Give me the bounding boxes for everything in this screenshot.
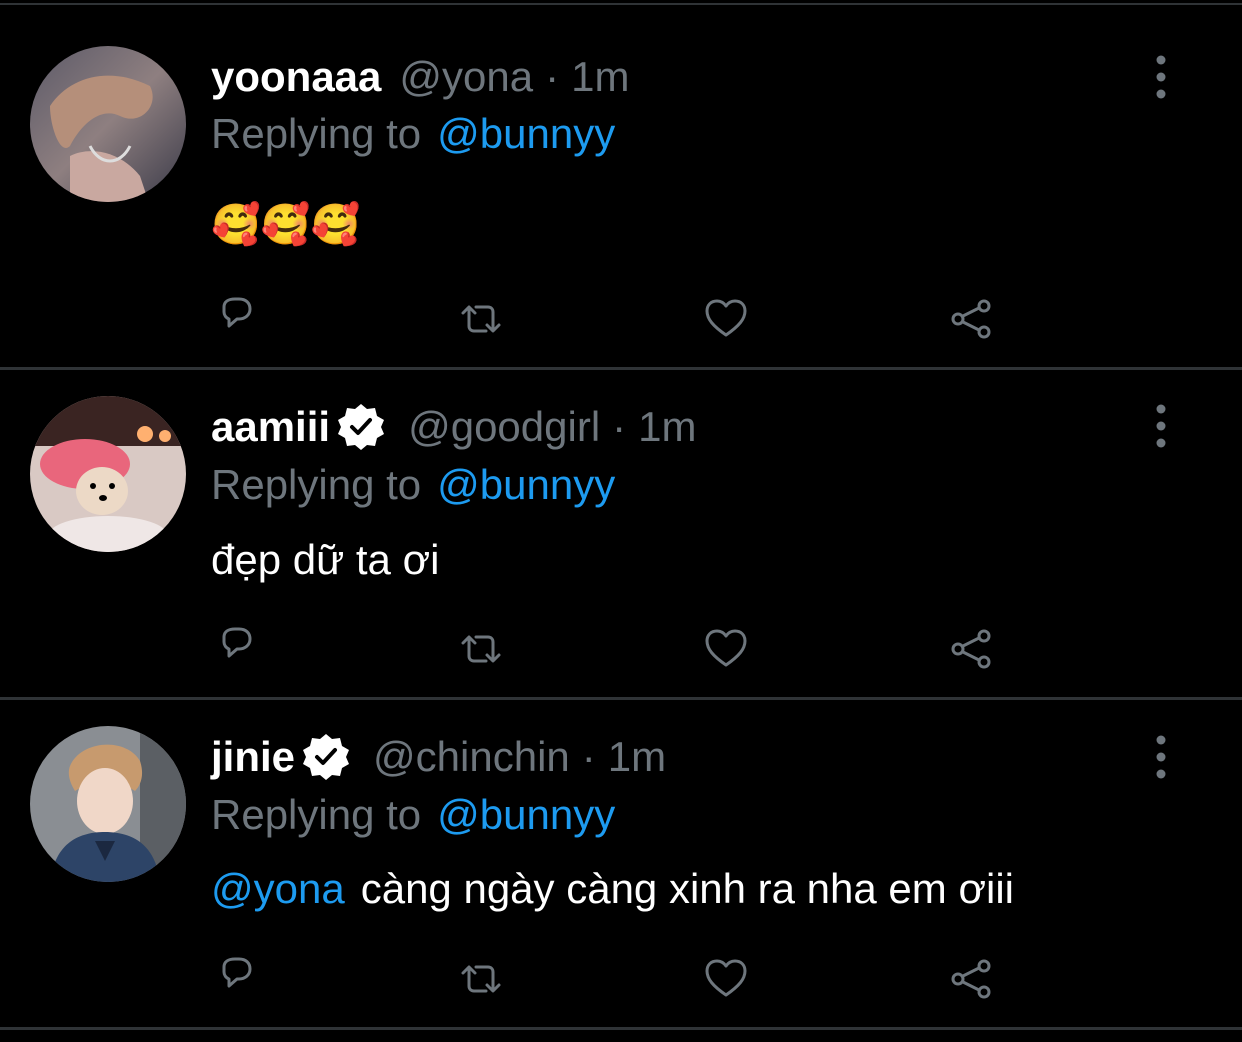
replying-to-mention[interactable]: @bunnyy	[437, 110, 615, 157]
retweet-icon[interactable]	[456, 954, 506, 1004]
separator-dot: ·	[545, 53, 560, 100]
replying-to-label: Replying to	[211, 791, 422, 838]
replying-to-label: Replying to	[211, 461, 422, 508]
replying-to-label: Replying to	[211, 110, 422, 157]
display-name[interactable]: yoonaaa	[211, 52, 381, 102]
separator-dot: ·	[581, 733, 596, 780]
replying-to-line: Replying to @bunnyy	[211, 790, 615, 840]
avatar[interactable]	[30, 726, 186, 882]
divider	[0, 1027, 1242, 1030]
timestamp[interactable]: 1m	[608, 732, 666, 782]
like-icon[interactable]	[701, 624, 751, 674]
verified-badge-icon	[301, 732, 352, 782]
avatar[interactable]	[30, 46, 186, 202]
share-icon[interactable]	[946, 624, 996, 674]
replying-to-mention[interactable]: @bunnyy	[437, 791, 615, 838]
more-options-icon[interactable]	[1146, 54, 1176, 100]
more-options-icon[interactable]	[1146, 734, 1176, 780]
retweet-icon[interactable]	[456, 294, 506, 344]
separator-dot: ·	[612, 403, 627, 450]
body-mention[interactable]: @yona	[211, 865, 345, 912]
emoji-row: 🥰🥰🥰	[211, 203, 361, 247]
like-icon[interactable]	[701, 294, 751, 344]
reply-icon[interactable]	[212, 624, 262, 674]
tweet-text: 🥰🥰🥰	[211, 200, 360, 250]
reply-icon[interactable]	[212, 954, 262, 1004]
user-handle[interactable]: @yona	[399, 52, 533, 102]
replying-to-line: Replying to @bunnyy	[211, 460, 615, 510]
reply-icon[interactable]	[212, 294, 262, 344]
top-divider	[0, 3, 1242, 5]
retweet-icon[interactable]	[456, 624, 506, 674]
replying-to-mention[interactable]: @bunnyy	[437, 461, 615, 508]
tweet-text: @yona càng ngày càng xinh ra nha em ơiii	[211, 864, 1014, 914]
display-name[interactable]: jinie	[211, 732, 295, 782]
divider	[0, 367, 1242, 370]
avatar[interactable]	[30, 396, 186, 552]
share-icon[interactable]	[946, 294, 996, 344]
share-icon[interactable]	[946, 954, 996, 1004]
replying-to-line: Replying to @bunnyy	[211, 109, 615, 159]
user-handle[interactable]: @chinchin	[373, 732, 570, 782]
body-text: càng ngày càng xinh ra nha em ơiii	[360, 865, 1014, 912]
like-icon[interactable]	[701, 954, 751, 1004]
more-options-icon[interactable]	[1146, 403, 1176, 449]
timestamp[interactable]: 1m	[571, 52, 629, 102]
timestamp[interactable]: 1m	[638, 402, 696, 452]
display-name[interactable]: aamiii	[211, 402, 330, 452]
tweet-text: đẹp dữ ta ơi	[211, 536, 440, 583]
divider	[0, 697, 1242, 700]
user-handle[interactable]: @goodgirl	[408, 402, 600, 452]
verified-badge-icon	[336, 402, 387, 452]
